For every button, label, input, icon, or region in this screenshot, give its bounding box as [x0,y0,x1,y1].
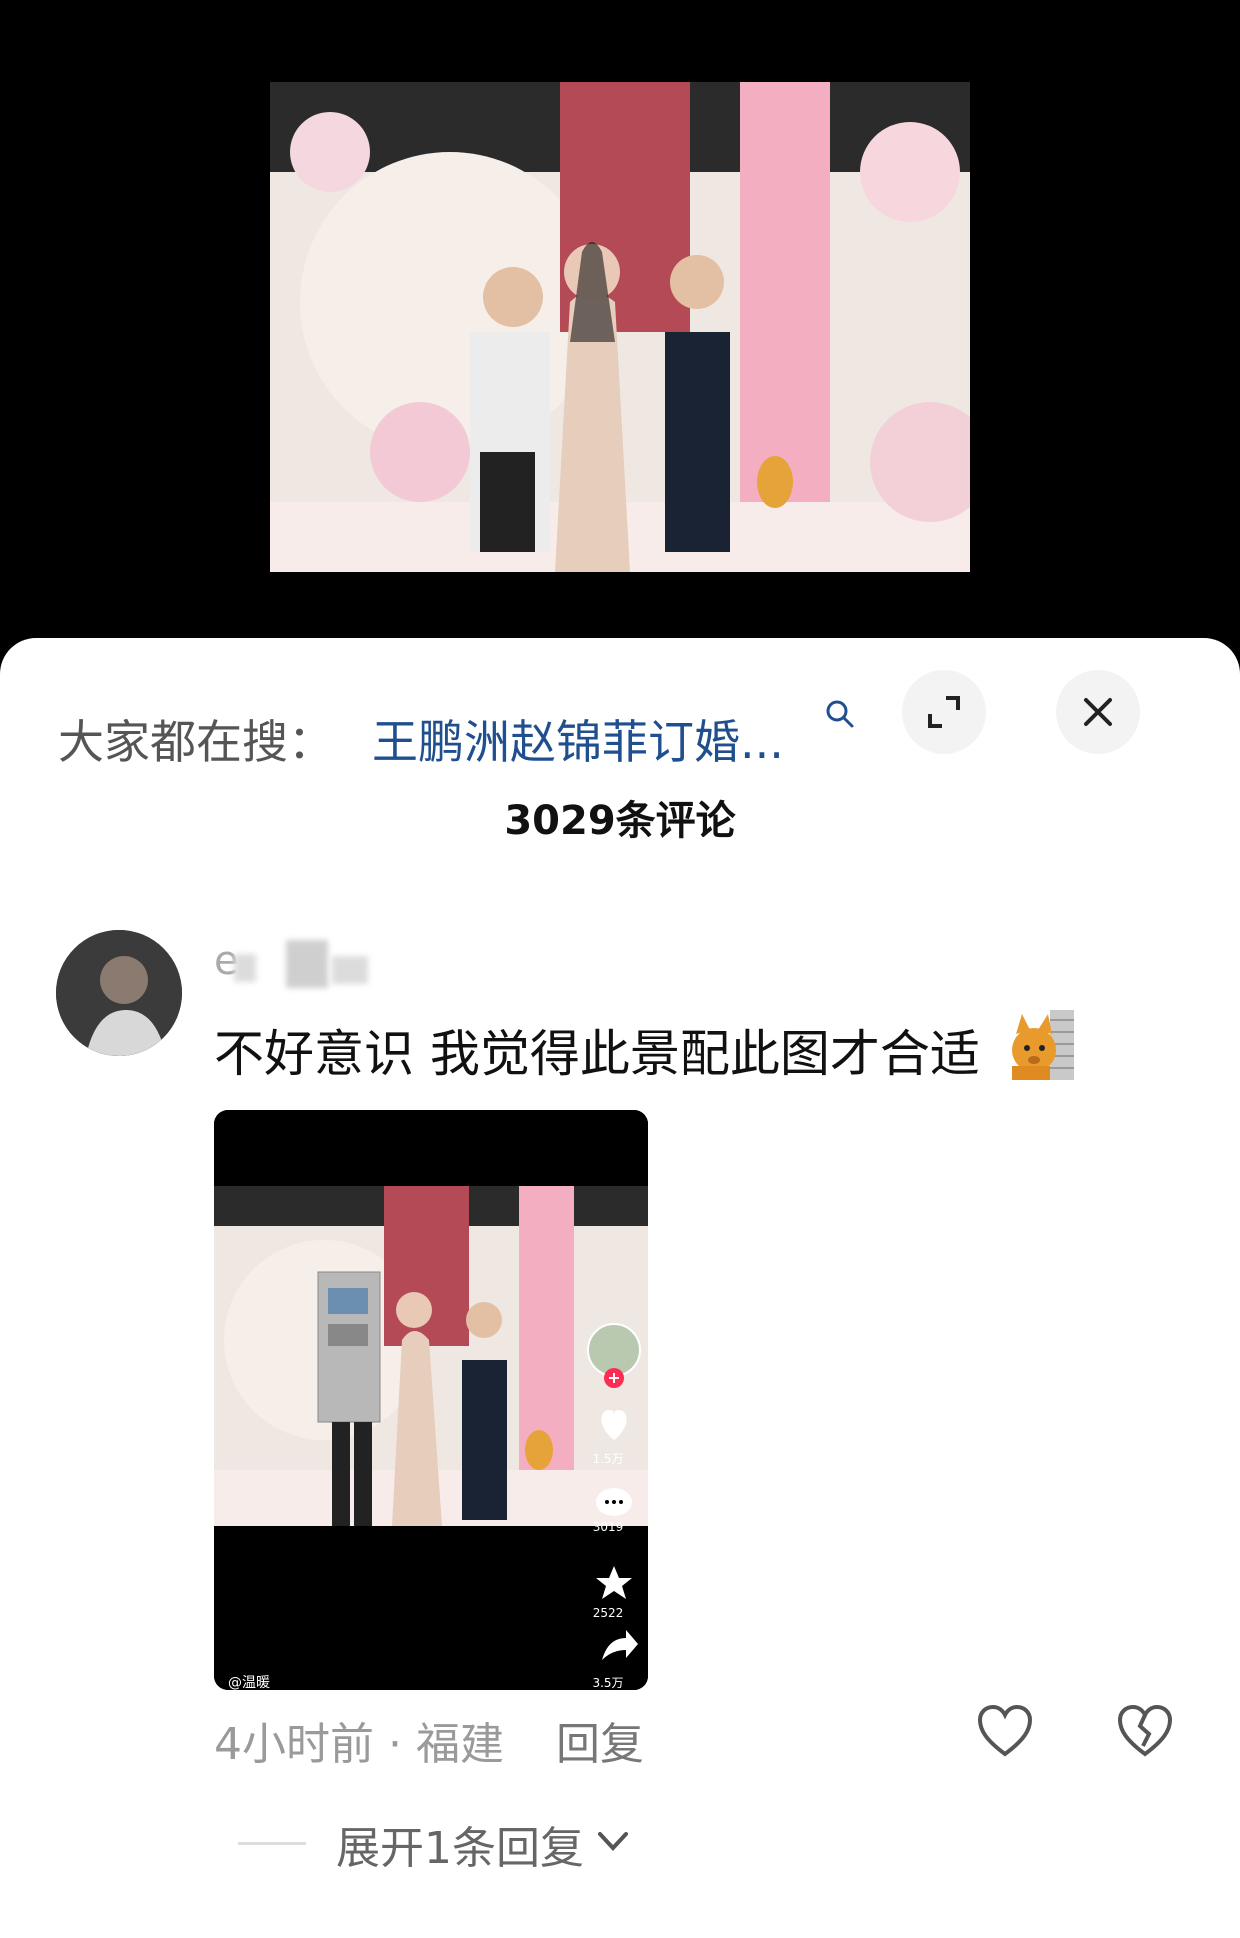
thumb-author: @温暖 [228,1675,270,1690]
chevron-down-icon [598,1832,628,1851]
broken-heart-icon[interactable] [1116,1704,1174,1758]
username-redaction-3 [332,956,368,984]
close-icon [1084,698,1112,726]
thumb-comments-count: 3019 [592,1520,624,1534]
username-redaction [234,954,256,982]
cat-peeking-emoji-icon [1012,1010,1074,1080]
thumb-favorites-count: 2522 [592,1606,624,1620]
comment-sheet: 大家都在搜： 王鹏洲赵锦菲订婚... 3029条评论 e 不好意识 我觉得此景配… [0,638,1240,1938]
video-background[interactable] [0,0,1240,680]
trending-search-bar[interactable]: 大家都在搜： 王鹏洲赵锦菲订婚... [58,688,1200,769]
comment-image[interactable]: 1.5万 3019 2522 3.5万 @温暖 [214,1110,648,1690]
search-icon[interactable] [824,698,856,730]
comment-time-location: 4小时前 · 福建 [214,1719,504,1770]
replies-divider [238,1842,306,1845]
expand-button[interactable] [902,670,986,754]
avatar[interactable] [56,930,182,1056]
username-redaction-2 [286,940,328,988]
search-prefix: 大家都在搜： [58,715,334,769]
expand-replies-label: 展开1条回复 [336,1823,584,1874]
expand-icon [928,696,960,728]
heart-icon[interactable] [976,1704,1034,1758]
comment-text: 不好意识 我觉得此景配此图才合适 [214,1025,980,1083]
close-button[interactable] [1056,670,1140,754]
engagement-photo [270,82,970,572]
thumb-shares-count: 3.5万 [592,1676,624,1690]
comment-count-title: 3029条评论 [504,798,736,844]
search-query-link[interactable]: 王鹏洲赵锦菲订婚... [372,706,887,772]
thumb-likes-count: 1.5万 [592,1452,624,1466]
reply-button[interactable]: 回复 [556,1708,644,1772]
